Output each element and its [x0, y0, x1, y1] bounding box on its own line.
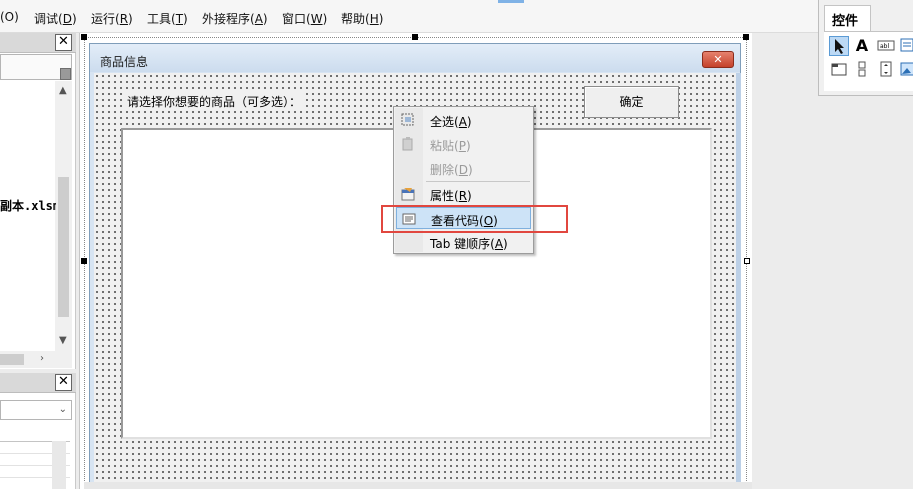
userform-right-edge [736, 73, 741, 489]
resize-handle[interactable] [81, 258, 87, 264]
close-icon[interactable]: ✕ [55, 34, 72, 51]
select-all-icon [400, 112, 416, 128]
toolbox-controls-area: A abl [824, 31, 913, 91]
image-tool-icon[interactable] [899, 60, 913, 80]
scroll-down-icon[interactable]: ▼ [59, 335, 67, 346]
project-view-dropdown[interactable] [0, 54, 72, 80]
menu-item-debug[interactable]: 调试(D) [34, 10, 77, 27]
frame-tool-icon[interactable] [829, 60, 849, 80]
svg-text:abl: abl [880, 43, 889, 50]
resize-handle[interactable] [743, 34, 749, 40]
menu-item-help[interactable]: 帮助(H) [341, 10, 383, 27]
close-icon[interactable]: ✕ [55, 374, 72, 391]
annotation-highlight-box [381, 205, 568, 233]
menu-item-run[interactable]: 运行(R) [91, 10, 133, 27]
menu-item-window[interactable]: 窗口(W) [282, 10, 327, 27]
label-tool-icon[interactable]: A [852, 36, 872, 56]
properties-panel: ✕ ⌄ [0, 373, 76, 489]
designer-bottom-strip [84, 482, 752, 489]
paste-icon [400, 136, 416, 152]
menu-item-tab-order[interactable]: Tab 键顺序(A) [396, 231, 531, 253]
pointer-icon[interactable] [829, 36, 849, 56]
menu-item-format-partial[interactable]: (O) [0, 10, 19, 24]
menu-bar: (O) 调试(D) 运行(R) 工具(T) 外接程序(A) 窗口(W) 帮助(H… [0, 0, 818, 33]
menu-item-select-all[interactable]: 全选(A) [396, 109, 531, 131]
toolbox-tab-controls[interactable]: 控件 [824, 5, 871, 31]
context-menu-separator [426, 181, 530, 182]
scroll-up-icon[interactable]: ▲ [59, 85, 67, 96]
resize-handle[interactable] [744, 258, 750, 264]
chevron-down-icon[interactable] [60, 68, 71, 80]
scrollbar-tool-icon[interactable] [876, 60, 896, 80]
menu-item-delete[interactable]: 删除(D) [396, 157, 531, 179]
textbox-tool-icon[interactable]: abl [876, 36, 896, 56]
object-selector-dropdown[interactable]: ⌄ [0, 400, 72, 420]
instruction-label[interactable]: 请选择你想要的商品（可多选）： [125, 92, 304, 111]
properties-panel-header: ✕ [0, 373, 76, 393]
scrollbar-thumb[interactable] [58, 177, 69, 317]
scrollbar-thumb[interactable] [0, 354, 24, 365]
spinbutton-tool-icon[interactable] [852, 60, 872, 80]
project-panel-header: ✕ [0, 33, 76, 53]
project-explorer-panel: ✕ ▲ ▼ 副本.xlsm › [0, 33, 76, 369]
project-vertical-scrollbar[interactable]: ▲ ▼ [55, 81, 72, 353]
menu-item-tools[interactable]: 工具(T) [147, 10, 188, 27]
resize-handle[interactable] [81, 34, 87, 40]
close-icon[interactable]: ✕ [702, 51, 734, 68]
title-strip [498, 0, 524, 3]
userform-title: 商品信息 [100, 55, 149, 69]
properties-scrollbar[interactable] [52, 441, 66, 489]
menu-item-properties[interactable]: 属性(R) [396, 183, 531, 205]
project-file-item[interactable]: 副本.xlsm [0, 197, 56, 214]
resize-handle[interactable] [412, 34, 418, 40]
menu-item-paste[interactable]: 粘贴(P) [396, 133, 531, 155]
project-horizontal-scrollbar[interactable]: › [0, 351, 72, 368]
combobox-tool-icon[interactable] [899, 36, 913, 56]
ok-button[interactable]: 确定 [584, 86, 679, 118]
properties-icon [400, 186, 416, 202]
scroll-right-icon[interactable]: › [40, 353, 44, 364]
userform-title-bar: 商品信息 [90, 44, 740, 72]
chevron-down-icon[interactable]: ⌄ [59, 404, 67, 415]
menu-item-addins[interactable]: 外接程序(A) [202, 10, 268, 27]
